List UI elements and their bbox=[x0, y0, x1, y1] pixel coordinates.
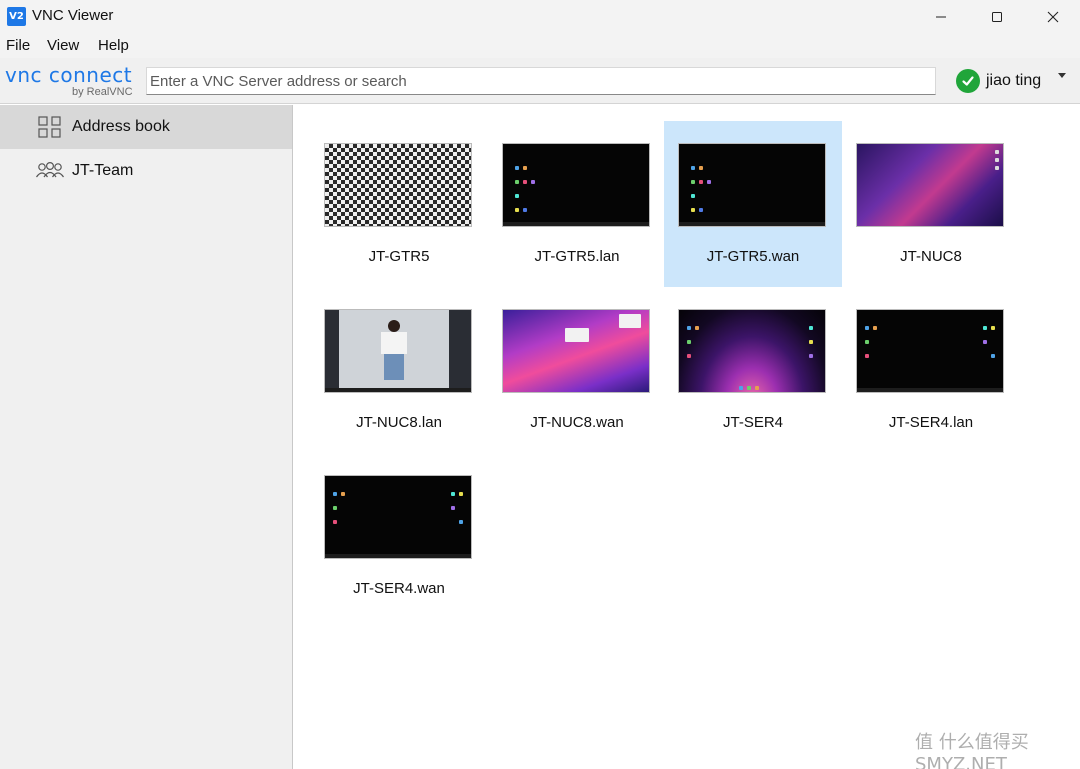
address-book-grid: JT-GTR5 JT-GTR5.lan JT-GTR5.wan JT-NUC8 … bbox=[294, 105, 1080, 769]
window-title: VNC Viewer bbox=[32, 7, 114, 24]
close-button[interactable] bbox=[1025, 0, 1080, 33]
toolbar: vnc connect by RealVNC jiao ting bbox=[0, 58, 1080, 104]
sidebar: Address book JT-Team bbox=[0, 105, 293, 769]
title-bar: V2 VNC Viewer bbox=[0, 0, 1080, 33]
connection-label: JT-SER4.lan bbox=[888, 414, 974, 431]
connection-tile[interactable]: JT-SER4.wan bbox=[310, 453, 488, 619]
connection-label: JT-SER4.wan bbox=[353, 580, 445, 597]
watermark: 值 什么值得买 SMYZ.NET bbox=[915, 732, 1029, 769]
connection-tile-selected[interactable]: JT-GTR5.wan bbox=[664, 121, 842, 287]
connection-label: JT-SER4 bbox=[722, 414, 783, 431]
connection-thumbnail bbox=[678, 309, 826, 393]
grid-icon bbox=[38, 116, 61, 138]
connection-thumbnail bbox=[856, 309, 1004, 393]
maximize-icon bbox=[992, 11, 1002, 22]
chevron-down-icon[interactable] bbox=[1058, 73, 1066, 78]
vnc-app-icon: V2 bbox=[7, 7, 26, 26]
maximize-button[interactable] bbox=[969, 0, 1025, 33]
connection-label: JT-NUC8.lan bbox=[356, 414, 442, 431]
logo-sub-text: by RealVNC bbox=[72, 86, 133, 98]
connection-label: JT-GTR5 bbox=[368, 248, 430, 265]
user-account[interactable]: jiao ting bbox=[956, 68, 1041, 94]
connection-label: JT-GTR5.lan bbox=[534, 248, 620, 265]
connection-thumbnail bbox=[856, 143, 1004, 227]
sidebar-item-address-book[interactable]: Address book bbox=[0, 105, 292, 149]
connection-tile[interactable]: JT-SER4.lan bbox=[842, 287, 1020, 453]
connection-label: JT-NUC8.wan bbox=[530, 414, 624, 431]
signed-in-check-icon bbox=[956, 69, 980, 93]
vnc-connect-logo: vnc connect by RealVNC bbox=[5, 62, 137, 98]
connection-thumbnail bbox=[678, 143, 826, 227]
connection-label: JT-NUC8 bbox=[900, 248, 962, 265]
connection-thumbnail bbox=[502, 309, 650, 393]
menu-view[interactable]: View bbox=[47, 37, 79, 54]
menu-bar: File View Help bbox=[0, 33, 1080, 58]
search-input[interactable] bbox=[146, 67, 936, 95]
connection-tile[interactable]: JT-SER4 bbox=[664, 287, 842, 453]
connection-thumbnail bbox=[502, 143, 650, 227]
minimize-icon bbox=[936, 16, 946, 17]
menu-help[interactable]: Help bbox=[98, 37, 129, 54]
user-name: jiao ting bbox=[986, 72, 1042, 89]
sidebar-item-label: Address book bbox=[72, 118, 170, 135]
connection-tile[interactable]: JT-NUC8.wan bbox=[488, 287, 666, 453]
connection-tile[interactable]: JT-GTR5 bbox=[310, 121, 488, 287]
logo-main-text: vnc connect bbox=[5, 63, 133, 87]
minimize-button[interactable] bbox=[913, 0, 969, 33]
connection-thumbnail bbox=[324, 309, 472, 393]
connection-tile[interactable]: JT-NUC8 bbox=[842, 121, 1020, 287]
connection-tile[interactable]: JT-NUC8.lan bbox=[310, 287, 488, 453]
sidebar-item-label: JT-Team bbox=[72, 162, 134, 179]
connection-tile[interactable]: JT-GTR5.lan bbox=[488, 121, 666, 287]
menu-file[interactable]: File bbox=[6, 37, 30, 54]
close-icon bbox=[1047, 11, 1059, 22]
connection-label: JT-GTR5.wan bbox=[706, 248, 800, 265]
connection-thumbnail bbox=[324, 475, 472, 559]
sidebar-item-jt-team[interactable]: JT-Team bbox=[0, 149, 292, 193]
connection-thumbnail bbox=[324, 143, 472, 227]
team-icon bbox=[36, 161, 64, 178]
